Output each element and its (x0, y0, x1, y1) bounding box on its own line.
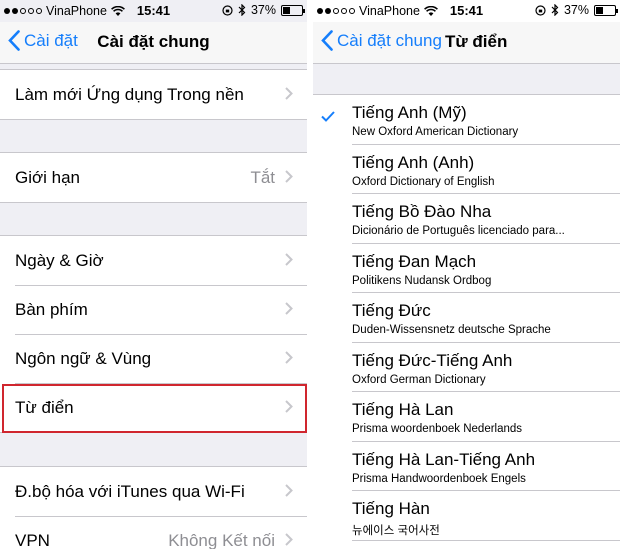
dictionary-list: Tiếng Anh (Mỹ) New Oxford American Dicti… (313, 95, 620, 541)
settings-group-3: Ngày & Giờ Bàn phím Ngôn ngữ & Vùng Từ đ… (0, 235, 307, 433)
battery-icon (281, 4, 305, 16)
dictionary-name: Tiếng Anh (Mỹ) (352, 103, 467, 122)
dictionary-source: Duden-Wissensnetz deutsche Sprache (352, 324, 551, 336)
settings-group-2: Giới hạn Tắt (0, 152, 307, 203)
dictionary-name: Tiếng Hà Lan (352, 400, 454, 419)
battery-icon (594, 4, 618, 16)
row-label: Bàn phím (15, 299, 88, 319)
dictionary-item[interactable]: Tiếng Hàn 뉴에이스 국어사전 (313, 491, 620, 541)
dictionary-name: Tiếng Đức-Tiếng Anh (352, 350, 513, 370)
bluetooth-icon (551, 4, 559, 16)
row-date-time[interactable]: Ngày & Giờ (0, 236, 307, 285)
status-bar: VinaPhone 15:41 37% (313, 0, 620, 22)
row-keyboard[interactable]: Bàn phím (0, 285, 307, 334)
navigation-bar: Cài đặt chung Từ điển (313, 22, 620, 64)
dictionary-name: Tiếng Đan Mạch (352, 251, 477, 271)
chevron-right-icon (285, 484, 293, 497)
chevron-right-icon (285, 533, 293, 546)
chevron-left-icon (321, 30, 333, 51)
row-background-app-refresh[interactable]: Làm mới Ứng dụng Trong nền (0, 70, 307, 119)
row-label: VPN (15, 530, 50, 549)
row-value: Không Kết nối (168, 530, 275, 549)
row-restrictions[interactable]: Giới hạn Tắt (0, 153, 307, 202)
general-settings-screen: VinaPhone 15:41 37% Cài đặt Cài đặt chun… (0, 0, 307, 549)
dictionary-screen: VinaPhone 15:41 37% Cài đặt chung Từ điể… (313, 0, 620, 549)
battery-percent: 37% (250, 3, 276, 17)
row-itunes-wifi-sync[interactable]: Đ.bộ hóa với iTunes qua Wi-Fi (0, 467, 307, 516)
dictionary-item[interactable]: Tiếng Đức Duden-Wissensnetz deutsche Spr… (313, 293, 620, 343)
chevron-right-icon (285, 253, 293, 266)
dictionary-source: Prisma Handwoordenboek Engels (352, 472, 526, 485)
checkmark-icon (321, 111, 335, 122)
dictionary-source: Prisma woordenboek Nederlands (352, 423, 523, 435)
battery-percent: 37% (563, 3, 589, 17)
dictionary-item[interactable]: Tiếng Hà Lan Prisma woordenboek Nederlan… (313, 392, 620, 442)
row-label: Làm mới Ứng dụng Trong nền (15, 84, 244, 104)
chevron-right-icon (285, 302, 293, 315)
page-title: Cài đặt chung (97, 32, 210, 51)
chevron-right-icon (285, 400, 293, 413)
dictionary-item[interactable]: Tiếng Anh (Anh) Oxford Dictionary of Eng… (313, 145, 620, 195)
rotation-lock-icon (535, 4, 546, 16)
dictionary-item[interactable]: Tiếng Bồ Đào Nha Dicionário de Português… (313, 194, 620, 244)
status-bar: VinaPhone 15:41 37% (0, 0, 307, 22)
dictionary-source: 뉴에이스 국어사전 (352, 525, 440, 537)
dictionary-item[interactable]: Tiếng Đan Mạch Politikens Nudansk Ordbog (313, 244, 620, 294)
rotation-lock-icon (222, 4, 233, 16)
row-language-region[interactable]: Ngôn ngữ & Vùng (0, 334, 307, 383)
dictionary-source: Politikens Nudansk Ordbog (352, 274, 492, 287)
settings-group-1: Làm mới Ứng dụng Trong nền (0, 69, 307, 120)
row-label: Từ điển (15, 397, 74, 417)
chevron-right-icon (285, 351, 293, 364)
row-label: Ngôn ngữ & Vùng (15, 348, 152, 368)
row-label: Giới hạn (15, 167, 81, 187)
dictionary-name: Tiếng Bồ Đào Nha (352, 202, 492, 221)
dictionary-source: Oxford Dictionary of English (352, 175, 495, 188)
dictionary-source: New Oxford American Dictionary (352, 126, 519, 138)
dictionary-name: Tiếng Anh (Anh) (352, 152, 475, 172)
dictionary-item[interactable]: Tiếng Hà Lan-Tiếng Anh Prisma Handwoorde… (313, 442, 620, 492)
back-label: Cài đặt chung (337, 30, 442, 50)
row-label: Đ.bộ hóa với iTunes qua Wi-Fi (15, 481, 245, 501)
dictionary-item[interactable]: Tiếng Đức-Tiếng Anh Oxford German Dictio… (313, 343, 620, 393)
row-value: Tắt (250, 167, 275, 187)
dictionary-name: Tiếng Đức (352, 301, 431, 320)
row-vpn[interactable]: VPN Không Kết nối (0, 516, 307, 549)
dictionary-name: Tiếng Hà Lan-Tiếng Anh (352, 449, 536, 469)
chevron-right-icon (285, 87, 293, 100)
dictionary-source: Oxford German Dictionary (352, 373, 486, 386)
settings-group-4: Đ.bộ hóa với iTunes qua Wi-Fi VPN Không … (0, 466, 307, 549)
dictionary-name: Tiếng Hàn (352, 499, 430, 518)
navigation-bar: Cài đặt Cài đặt chung (0, 22, 307, 64)
chevron-right-icon (285, 170, 293, 183)
row-label: Ngày & Giờ (15, 250, 104, 270)
dictionary-item[interactable]: Tiếng Anh (Mỹ) New Oxford American Dicti… (313, 95, 620, 145)
dictionary-source: Dicionário de Português licenciado para.… (352, 225, 565, 237)
page-title: Từ điển (445, 32, 508, 51)
back-button[interactable]: Cài đặt chung (321, 30, 442, 51)
list-header-spacer (313, 64, 620, 95)
bluetooth-icon (238, 4, 246, 16)
row-dictionary[interactable]: Từ điển (0, 383, 307, 432)
